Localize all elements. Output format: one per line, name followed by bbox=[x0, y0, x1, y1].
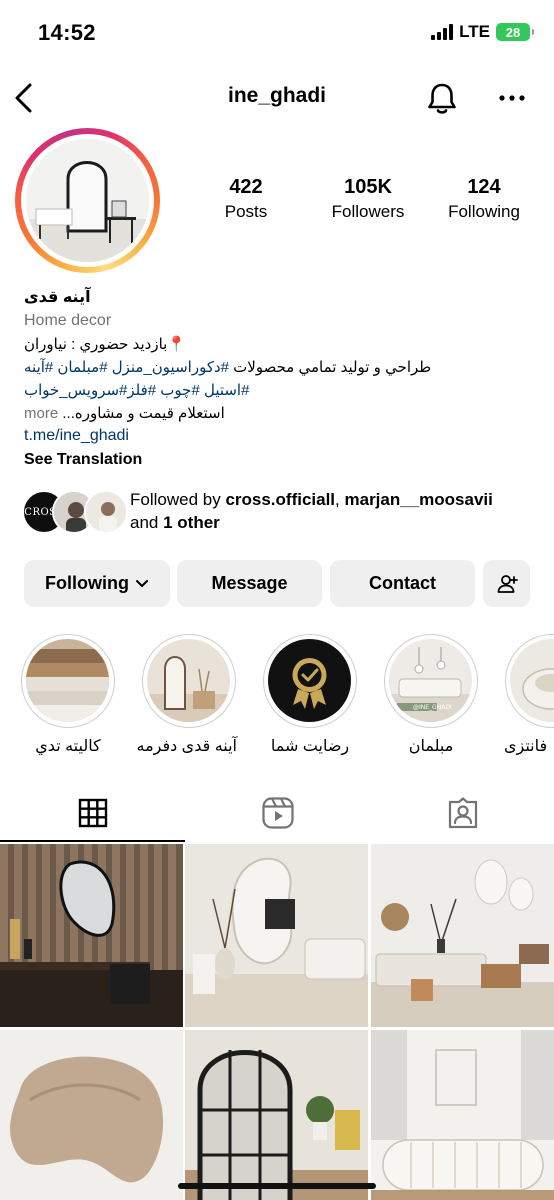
highlight-label: کالیته تدي bbox=[35, 738, 101, 755]
contact-button-label: Contact bbox=[369, 573, 436, 593]
bio-hashtags[interactable]: #دکوراسیون_منزل #مبلمان #آینه bbox=[24, 359, 229, 376]
followed-by[interactable]: CROSS Followed by cross.officiall, marja… bbox=[22, 488, 542, 536]
message-button[interactable]: Message bbox=[177, 560, 322, 607]
header-username: ine_ghadi bbox=[227, 84, 327, 107]
followers-count: 105K bbox=[344, 176, 392, 198]
highlight-label: مبلمان bbox=[408, 738, 454, 755]
status-bar: 14:52 LTE 28 bbox=[0, 0, 554, 70]
bio-line: استعلام قیمت و مشاوره... more bbox=[24, 404, 534, 427]
profile-category: Home decor bbox=[24, 312, 112, 329]
followers-label: Followers bbox=[331, 202, 405, 221]
story-highlight[interactable]: @INE_GHADI مبلمان bbox=[383, 634, 479, 756]
bio-line: #استیل #چوب #فلز#سرویس_خواب bbox=[24, 381, 534, 404]
bio-text: استعلام قیمت و مشاوره... bbox=[62, 405, 225, 422]
tagged-icon bbox=[448, 797, 477, 829]
profile-link[interactable]: t.me/ine_ghadi bbox=[24, 427, 534, 451]
bio-hashtags[interactable]: #استیل #چوب #فلز#سرویس_خواب bbox=[24, 382, 249, 399]
network-label: LTE bbox=[459, 22, 490, 41]
story-highlight[interactable]: فانتزی bbox=[504, 634, 554, 756]
posts-label: Posts bbox=[224, 202, 268, 221]
following-button[interactable]: Following bbox=[24, 560, 170, 607]
followed-by-others[interactable]: 1 other bbox=[163, 513, 220, 532]
more-horizontal-icon bbox=[499, 95, 525, 101]
chevron-down-icon bbox=[135, 579, 148, 587]
more-options-button[interactable] bbox=[494, 80, 530, 116]
highlight-image: @INE_GHADI bbox=[389, 639, 472, 722]
bio-more-link[interactable]: more bbox=[24, 405, 58, 422]
add-user-button[interactable] bbox=[483, 560, 530, 607]
grid-icon bbox=[78, 798, 107, 828]
followed-by-text: Followed by cross.officiall, marjan__moo… bbox=[130, 488, 493, 534]
followed-by-separator: , bbox=[335, 490, 345, 509]
post-thumbnail[interactable] bbox=[371, 844, 554, 1027]
profile-header: ine_ghadi bbox=[0, 74, 554, 122]
avatar-image bbox=[26, 139, 149, 262]
highlight-watermark: @INE_GHADI bbox=[413, 704, 452, 711]
tab-reels[interactable] bbox=[185, 784, 370, 842]
post-thumbnail[interactable] bbox=[185, 844, 368, 1027]
signal-icon bbox=[431, 24, 454, 40]
tab-tagged[interactable] bbox=[370, 784, 554, 842]
display-name: آینه قدی bbox=[24, 289, 91, 306]
tab-posts[interactable] bbox=[0, 784, 185, 842]
story-highlight[interactable]: رضایت شما bbox=[262, 634, 358, 756]
content-tabs bbox=[0, 784, 554, 842]
highlight-image bbox=[268, 639, 351, 722]
highlight-label: آینه قدی دفرمه bbox=[136, 738, 237, 755]
profile-bio: آینه قدی Home decor 📍بازديد حضوري : نياو… bbox=[24, 287, 534, 475]
notifications-button[interactable] bbox=[424, 80, 460, 116]
followed-by-user[interactable]: marjan__moosavii bbox=[345, 490, 493, 509]
highlight-label: فانتزی bbox=[504, 738, 548, 755]
stat-following[interactable]: 124 Following bbox=[436, 176, 532, 222]
followed-by-and: and bbox=[130, 513, 164, 532]
post-thumbnail[interactable] bbox=[0, 1030, 183, 1200]
post-thumbnail[interactable] bbox=[371, 1030, 554, 1200]
followed-by-user[interactable]: cross.officiall bbox=[225, 490, 335, 509]
stat-posts[interactable]: 422 Posts bbox=[212, 176, 280, 222]
followed-by-prefix: Followed by bbox=[130, 490, 226, 509]
contact-button[interactable]: Contact bbox=[330, 560, 475, 607]
following-button-label: Following bbox=[45, 573, 129, 593]
stat-followers[interactable]: 105K Followers bbox=[318, 176, 418, 222]
message-button-label: Message bbox=[211, 573, 288, 593]
avatar bbox=[84, 490, 128, 534]
post-thumbnail[interactable] bbox=[0, 844, 183, 1027]
following-label: Following bbox=[448, 202, 520, 221]
home-indicator[interactable] bbox=[178, 1183, 376, 1189]
story-highlight[interactable]: کالیته تدي bbox=[20, 634, 116, 756]
bell-icon bbox=[428, 83, 456, 114]
following-count: 124 bbox=[467, 176, 501, 198]
bio-line: 📍بازديد حضوري : نياوران bbox=[24, 336, 187, 353]
add-person-icon bbox=[497, 574, 518, 593]
story-highlight[interactable]: آینه قدی دفرمه bbox=[136, 634, 237, 756]
battery-icon: 28 bbox=[496, 23, 534, 41]
status-indicators: LTE 28 bbox=[431, 22, 534, 42]
reels-icon bbox=[261, 797, 294, 829]
highlight-image bbox=[26, 639, 109, 722]
status-time: 14:52 bbox=[38, 20, 96, 45]
profile-stats: 422 Posts 105K Followers 124 Following bbox=[196, 176, 536, 226]
post-thumbnail[interactable] bbox=[185, 1030, 368, 1200]
profile-avatar[interactable] bbox=[15, 128, 160, 273]
posts-count: 422 bbox=[229, 176, 263, 198]
bio-text: طراحي و توليد تمامي محصولات bbox=[228, 359, 432, 376]
highlight-image bbox=[510, 639, 554, 722]
highlight-label: رضایت شما bbox=[270, 738, 350, 755]
highlight-image bbox=[147, 639, 230, 722]
see-translation-link[interactable]: See Translation bbox=[24, 451, 534, 475]
bio-line: طراحي و توليد تمامي محصولات #دکوراسیون_م… bbox=[24, 358, 534, 381]
